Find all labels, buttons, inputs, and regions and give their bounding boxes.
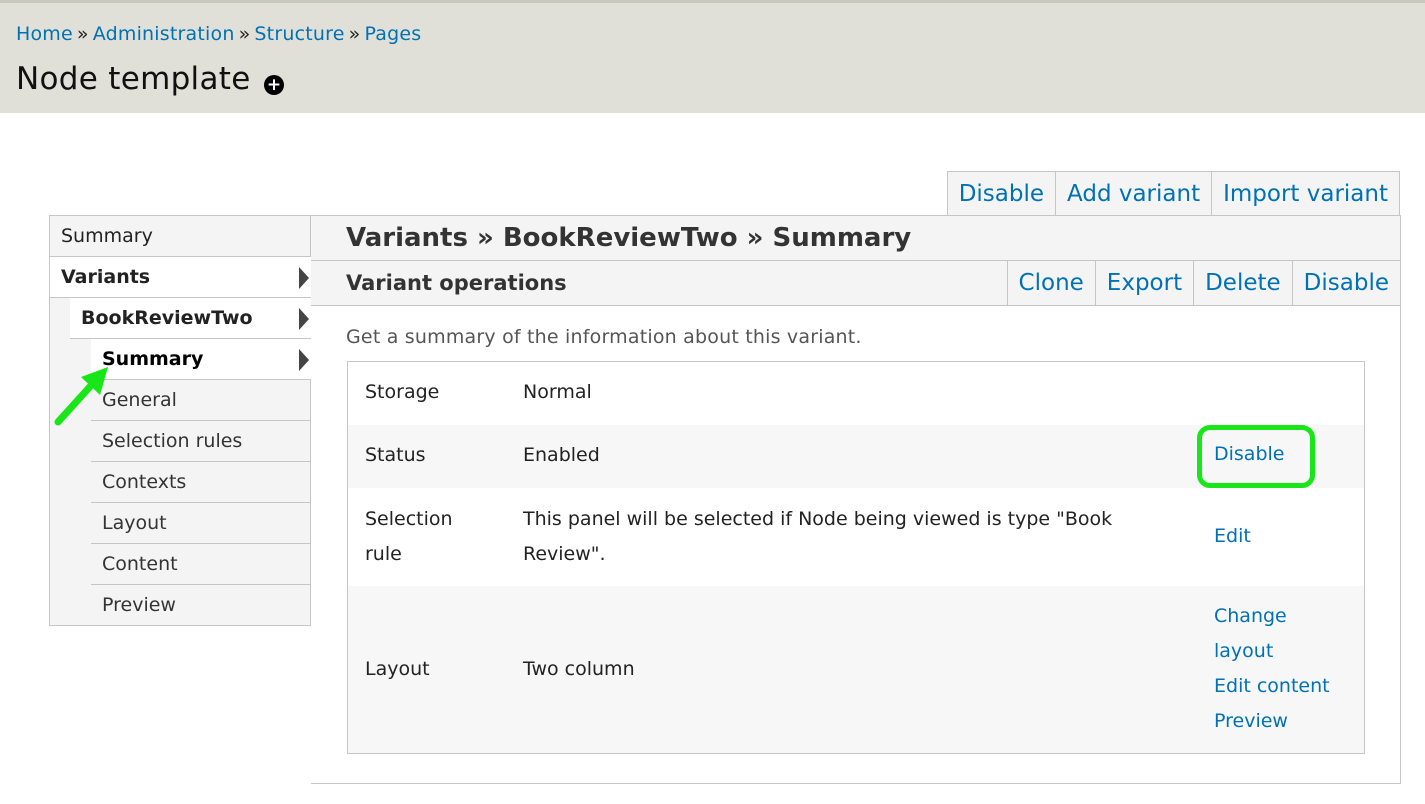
layout-label: Layout bbox=[365, 658, 430, 680]
annotation-arrow-icon bbox=[54, 367, 108, 426]
selection-rule-value: This panel will be selected if Node bein… bbox=[523, 502, 1173, 572]
preview-link[interactable]: Preview bbox=[1214, 704, 1330, 739]
expand-arrow-icon bbox=[299, 267, 309, 289]
layout-value: Two column bbox=[523, 658, 635, 680]
breadcrumb-separator: » bbox=[76, 23, 89, 45]
clone-button[interactable]: Clone bbox=[1006, 261, 1095, 305]
sidebar-item-layout[interactable]: Layout bbox=[91, 503, 311, 544]
panel-title: Variants » BookReviewTwo » Summary bbox=[311, 216, 1400, 261]
selection-rule-label-line: Selection bbox=[365, 508, 453, 530]
sidebar-item-summary[interactable]: Summary bbox=[50, 216, 311, 257]
breadcrumb-separator: » bbox=[238, 23, 251, 45]
expand-arrow-icon bbox=[299, 349, 309, 371]
table-row: Selection rule This panel will be select… bbox=[348, 488, 1364, 586]
page-header: Home» Administration» Structure» Pages Node… bbox=[0, 0, 1425, 113]
breadcrumb-home[interactable]: Home bbox=[16, 23, 73, 45]
summary-table: Storage Normal Status Enabled Disable Se… bbox=[347, 361, 1365, 754]
selection-rule-text-line: This panel will be selected if Node bein… bbox=[523, 508, 1113, 530]
change-layout-link[interactable]: layout bbox=[1214, 634, 1330, 669]
sidebar-item-label: Variants bbox=[61, 266, 151, 288]
breadcrumb-structure[interactable]: Structure bbox=[254, 23, 344, 45]
sidebar-item-selection-rules[interactable]: Selection rules bbox=[91, 421, 311, 462]
sidebar-item-preview[interactable]: Preview bbox=[91, 585, 311, 626]
sidebar-item-label: BookReviewTwo bbox=[81, 307, 253, 329]
page-title: Node template bbox=[16, 61, 251, 97]
variant-operations-title: Variant operations bbox=[346, 271, 567, 295]
selection-rule-label: Selection rule bbox=[365, 502, 453, 572]
main-panel: Variants » BookReviewTwo » Summary Varia… bbox=[311, 215, 1401, 784]
page-actions: Disable Add variant Import variant bbox=[946, 171, 1400, 216]
status-label: Status bbox=[365, 444, 426, 466]
breadcrumb: Home» Administration» Structure» Pages bbox=[16, 23, 421, 45]
annotation-highlight-box bbox=[1197, 425, 1315, 488]
import-variant-button[interactable]: Import variant bbox=[1211, 172, 1399, 216]
edit-content-link[interactable]: Edit content bbox=[1214, 669, 1330, 704]
storage-value: Normal bbox=[523, 381, 592, 403]
breadcrumb-administration[interactable]: Administration bbox=[93, 23, 235, 45]
breadcrumb-pages[interactable]: Pages bbox=[364, 23, 421, 45]
status-value: Enabled bbox=[523, 444, 600, 466]
export-button[interactable]: Export bbox=[1094, 261, 1193, 305]
delete-button[interactable]: Delete bbox=[1193, 261, 1292, 305]
edit-selection-link[interactable]: Edit bbox=[1214, 519, 1251, 554]
sidebar-item-variants[interactable]: Variants bbox=[50, 257, 311, 298]
expand-arrow-icon bbox=[299, 308, 309, 330]
sidebar-item-variant[interactable]: BookReviewTwo bbox=[70, 298, 311, 339]
breadcrumb-separator: » bbox=[348, 23, 361, 45]
variant-operations-bar: Variant operations Clone Export Delete D… bbox=[311, 261, 1400, 306]
panel-description: Get a summary of the information about t… bbox=[346, 326, 862, 348]
layout-actions: Change layout Edit content Preview bbox=[1214, 599, 1330, 739]
sidebar-item-content[interactable]: Content bbox=[91, 544, 311, 585]
disable-variant-button[interactable]: Disable bbox=[1291, 261, 1400, 305]
disable-page-button[interactable]: Disable bbox=[948, 172, 1055, 216]
selection-rule-label-line: rule bbox=[365, 543, 402, 565]
change-layout-link[interactable]: Change bbox=[1214, 599, 1330, 634]
add-shortcut-icon[interactable]: + bbox=[264, 75, 284, 95]
storage-label: Storage bbox=[365, 381, 440, 403]
add-variant-button[interactable]: Add variant bbox=[1055, 172, 1211, 216]
table-row: Storage Normal bbox=[348, 362, 1364, 425]
sidebar-item-variant-summary[interactable]: Summary bbox=[91, 339, 311, 380]
sidebar-item-general[interactable]: General bbox=[91, 380, 311, 421]
variant-operations-buttons: Clone Export Delete Disable bbox=[1006, 261, 1400, 305]
table-row: Layout Two column Change layout Edit con… bbox=[348, 586, 1364, 753]
selection-rule-text-line: Review". bbox=[523, 543, 606, 565]
sidebar-item-contexts[interactable]: Contexts bbox=[91, 462, 311, 503]
